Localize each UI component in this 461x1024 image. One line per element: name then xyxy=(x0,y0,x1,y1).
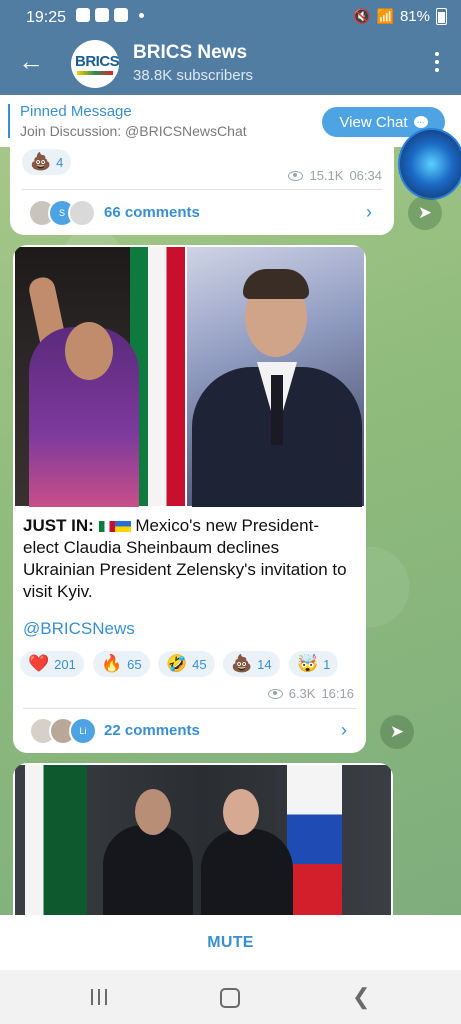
rofl-icon: 🤣 xyxy=(166,654,188,673)
person-head xyxy=(135,789,171,835)
reaction-count: 4 xyxy=(56,154,64,170)
brain-logo-icon xyxy=(398,128,461,200)
eye-icon xyxy=(267,688,283,699)
reaction-mindblown[interactable]: 🤯 1 xyxy=(289,651,339,677)
status-bar: 19:25 🔇 📶 81% xyxy=(0,0,461,36)
reaction-count: 14 xyxy=(257,656,272,672)
mind-blown-icon: 🤯 xyxy=(297,654,319,673)
mute-icon: 🔇 xyxy=(353,8,371,24)
person-head xyxy=(65,322,113,380)
person-head xyxy=(223,789,259,835)
view-chat-label: View Chat xyxy=(339,113,408,131)
message-meta: 15.1K 06:34 xyxy=(288,168,382,183)
dot-icon xyxy=(139,13,144,18)
poop-emoji-icon: 💩 xyxy=(231,654,253,673)
divider xyxy=(23,708,356,709)
gallery-icon xyxy=(95,8,109,22)
chevron-right-icon[interactable]: › xyxy=(366,202,372,223)
share-icon[interactable]: ➤ xyxy=(408,196,442,230)
message-meta: 6.3K 16:16 xyxy=(267,686,354,701)
reaction-chip[interactable]: 💩 4 xyxy=(22,149,72,175)
eye-icon xyxy=(288,170,304,181)
subscriber-count: 38.8K subscribers xyxy=(133,67,254,84)
reaction-count: 65 xyxy=(127,656,142,672)
heart-icon: ❤️ xyxy=(28,654,50,673)
channel-title[interactable]: BRICS News xyxy=(133,42,247,64)
top-bar: 19:25 🔇 📶 81% ← BRICS BRICS News 38.8K s… xyxy=(0,0,461,95)
message-card-3 xyxy=(13,763,393,915)
avatar: Li xyxy=(69,717,97,745)
channel-tag-link[interactable]: @BRICSNews xyxy=(23,619,135,639)
reaction-heart[interactable]: ❤️ 201 xyxy=(20,651,84,677)
reaction-poop[interactable]: 💩 14 xyxy=(223,651,280,677)
photo-sheinbaum[interactable] xyxy=(15,247,185,507)
reaction-fire[interactable]: 🔥 65 xyxy=(93,651,150,677)
mute-label: MUTE xyxy=(207,933,254,951)
message-time: 16:16 xyxy=(321,686,354,701)
person-hair xyxy=(243,269,309,299)
comments-link[interactable]: 22 comments xyxy=(104,722,200,739)
wifi-icon: 📶 xyxy=(376,8,394,24)
photo-sharif-putin[interactable] xyxy=(15,765,391,915)
view-count: 15.1K xyxy=(309,168,344,183)
status-right: 🔇 📶 81% xyxy=(353,8,447,25)
status-time: 19:25 xyxy=(26,9,67,26)
pinned-label: Pinned Message xyxy=(20,103,132,120)
avatar xyxy=(68,199,96,227)
avatar-logo: BRICS xyxy=(75,53,119,70)
mute-button[interactable]: MUTE xyxy=(0,915,461,970)
message-card-1: 💩 4 15.1K 06:34 S 66 comments › xyxy=(10,147,394,235)
view-count: 6.3K xyxy=(288,686,316,701)
system-nav-bar: ❮ xyxy=(0,970,461,1024)
commenter-avatars: Li xyxy=(29,717,97,745)
russia-flag xyxy=(287,765,342,915)
reaction-laugh[interactable]: 🤣 45 xyxy=(158,651,215,677)
battery-percent: 81% xyxy=(399,8,430,25)
poop-emoji-icon: 💩 xyxy=(30,152,52,171)
person-body xyxy=(103,825,193,915)
divider xyxy=(22,189,382,190)
pinned-text: Join Discussion: @BRICSNewsChat xyxy=(20,123,247,139)
more-options-icon[interactable] xyxy=(435,52,439,72)
ukraine-flag-icon xyxy=(114,521,131,533)
message-text: JUST IN: Mexico's new President-elect Cl… xyxy=(23,515,353,603)
mexico-flag-icon xyxy=(98,521,115,533)
headline-prefix: JUST IN: xyxy=(23,516,94,535)
commenter-avatars: S xyxy=(28,199,96,227)
chat-bubble-icon: … xyxy=(413,116,428,128)
reaction-count: 45 xyxy=(192,656,207,672)
comments-link[interactable]: 66 comments xyxy=(104,204,200,221)
message-time: 06:34 xyxy=(349,168,382,183)
pinned-accent-bar xyxy=(8,104,10,138)
photo-zelensky[interactable] xyxy=(187,247,364,507)
person-tie xyxy=(271,375,283,445)
avatar-stripe xyxy=(77,71,113,75)
channel-avatar[interactable]: BRICS xyxy=(71,40,119,88)
reaction-count: 1 xyxy=(323,656,331,672)
notification-icons xyxy=(76,8,144,22)
reaction-count: 201 xyxy=(54,656,76,672)
battery-icon xyxy=(436,8,447,25)
person-body xyxy=(201,829,293,915)
check-icon xyxy=(114,8,128,22)
chevron-right-icon[interactable]: › xyxy=(341,720,347,741)
back-icon[interactable]: ❮ xyxy=(352,984,370,1010)
arrow-left-icon[interactable]: ← xyxy=(18,48,44,74)
facebook-icon xyxy=(76,8,90,22)
fire-icon: 🔥 xyxy=(101,654,123,673)
home-icon[interactable] xyxy=(220,988,240,1008)
pakistan-flag xyxy=(25,765,87,915)
share-icon[interactable]: ➤ xyxy=(380,715,414,749)
message-card-2: JUST IN: Mexico's new President-elect Cl… xyxy=(13,245,366,753)
recent-apps-icon[interactable] xyxy=(91,989,107,1005)
channel-header: ← BRICS BRICS News 38.8K subscribers xyxy=(0,36,461,95)
